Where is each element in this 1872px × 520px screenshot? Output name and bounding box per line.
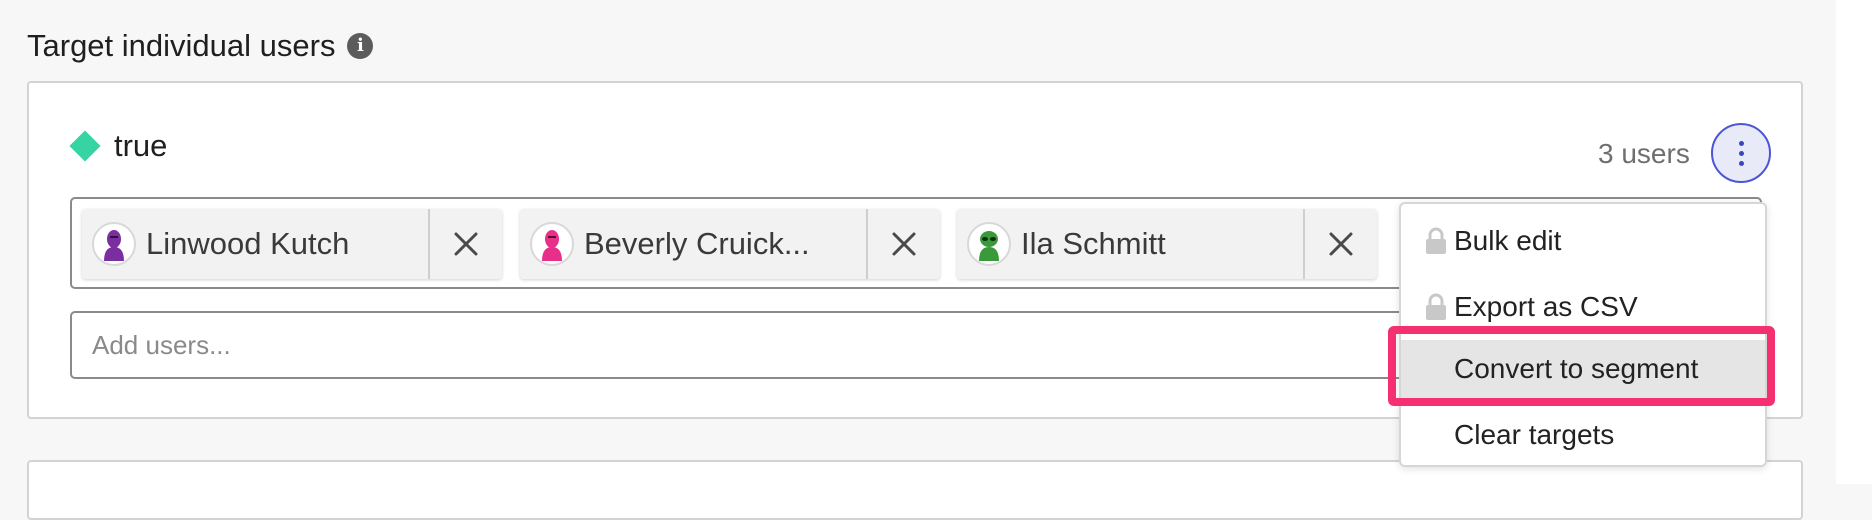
kebab-dot [1738, 150, 1744, 156]
next-card [27, 460, 1803, 520]
menu-item-label: Export as CSV [1454, 291, 1638, 322]
close-icon [1329, 232, 1353, 256]
menu-item-clear-targets[interactable]: Clear targets [1401, 406, 1765, 464]
user-count: 3 users [1598, 138, 1690, 169]
menu-item-bulk-edit[interactable]: Bulk edit [1401, 212, 1765, 270]
remove-user-button[interactable] [1303, 209, 1377, 279]
kebab-dot [1738, 140, 1744, 146]
avatar [967, 222, 1011, 266]
variation-diamond-icon [69, 130, 101, 162]
right-edge-panel [1836, 0, 1872, 484]
user-chip: Beverly Cruick... [520, 209, 940, 279]
menu-item-label: Clear targets [1454, 419, 1615, 450]
section-header: Target individual users i [27, 26, 374, 66]
lock-icon [1426, 227, 1446, 254]
menu-item-label: Convert to segment [1454, 353, 1699, 384]
more-options-button[interactable] [1711, 123, 1771, 183]
avatar [530, 222, 574, 266]
close-icon [892, 232, 916, 256]
menu-item-export-csv[interactable]: Export as CSV [1401, 278, 1765, 336]
remove-user-button[interactable] [866, 209, 940, 279]
user-chip: Ila Schmitt [957, 209, 1377, 279]
kebab-dot [1738, 160, 1744, 166]
menu-item-convert-to-segment[interactable]: Convert to segment [1401, 340, 1765, 398]
menu-item-label: Bulk edit [1454, 225, 1562, 256]
user-chip-name: Ila Schmitt [1021, 226, 1166, 261]
section-title: Target individual users [27, 28, 336, 63]
info-icon[interactable]: i [347, 33, 374, 59]
options-menu: Bulk edit Export as CSV Convert to segme… [1399, 202, 1767, 467]
user-chip-name: Linwood Kutch [146, 226, 350, 261]
lock-icon [1426, 293, 1446, 320]
variation-label: true [114, 128, 168, 163]
user-chip-name: Beverly Cruick... [584, 226, 810, 261]
variation-header: true [69, 128, 168, 164]
user-chip: Linwood Kutch [82, 209, 502, 279]
avatar [92, 222, 136, 266]
remove-user-button[interactable] [428, 209, 502, 279]
close-icon [454, 232, 478, 256]
